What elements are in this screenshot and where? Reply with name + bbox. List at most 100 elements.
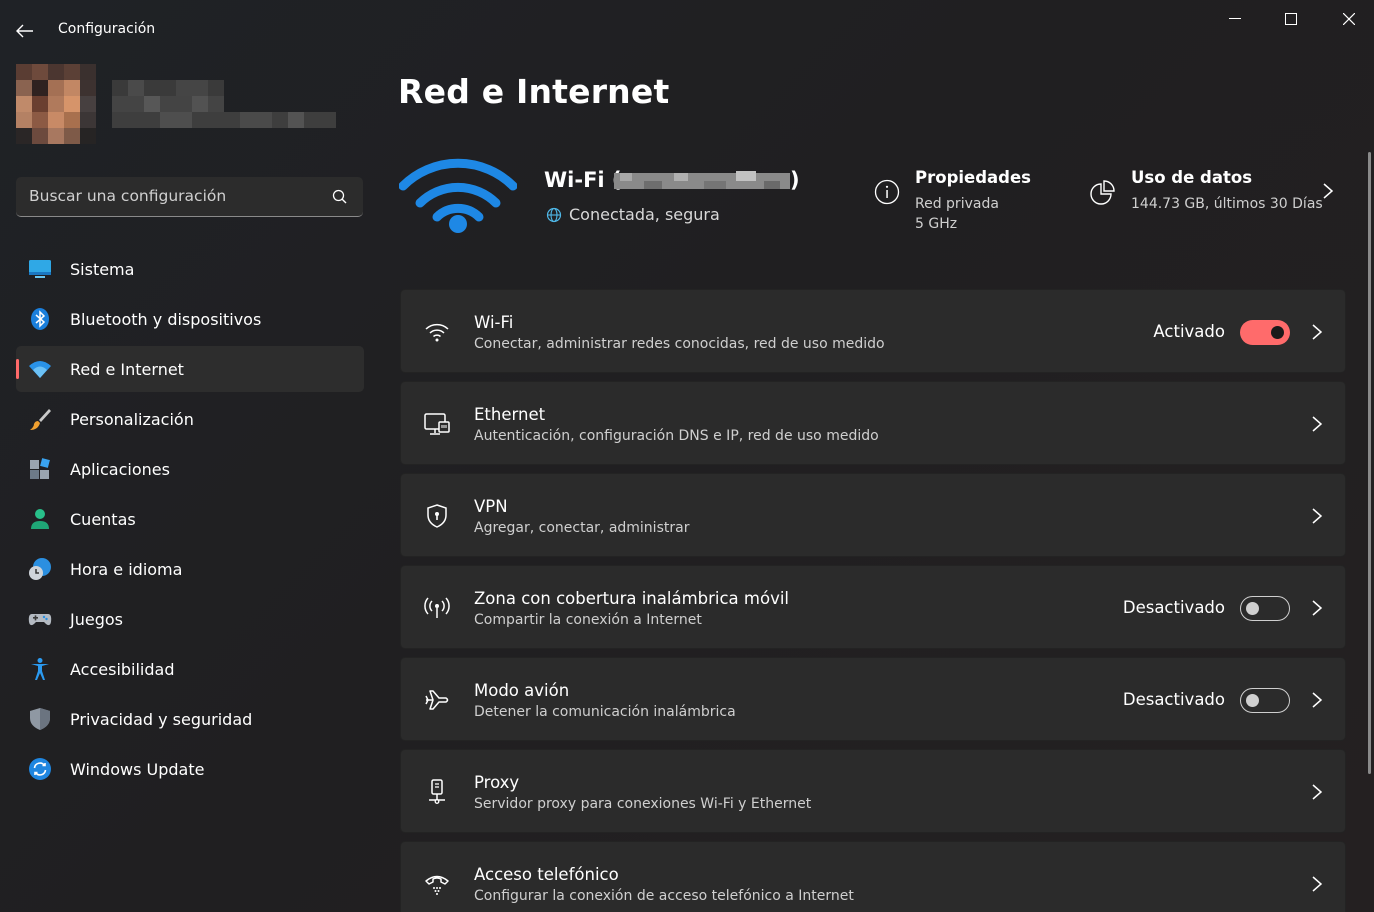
card-title: Wi-Fi: [474, 313, 514, 332]
page-title: Red e Internet: [398, 72, 670, 111]
update-icon: [29, 758, 51, 780]
sidebar-item-privacidad[interactable]: Privacidad y seguridad: [16, 696, 364, 742]
sidebar-item-label: Red e Internet: [70, 359, 184, 379]
chevron-right-icon: [1312, 784, 1323, 800]
dialup-icon: [425, 875, 449, 895]
wifi-large-icon: [399, 158, 517, 233]
card-proxy[interactable]: Proxy Servidor proxy para conexiones Wi-…: [400, 749, 1346, 833]
properties-network-type: Red privada: [915, 196, 999, 212]
data-usage-amount: 144.73 GB, últimos 30 Días: [1131, 196, 1323, 212]
clock-globe-icon: [29, 558, 51, 580]
close-button[interactable]: [1326, 4, 1372, 34]
back-button[interactable]: [10, 16, 40, 46]
close-icon: [1343, 13, 1355, 25]
sidebar-item-juegos[interactable]: Juegos: [16, 596, 364, 642]
search-box[interactable]: [16, 177, 363, 217]
accessibility-icon: [31, 658, 49, 680]
settings-cards: Wi-Fi Conectar, administrar redes conoci…: [400, 289, 1346, 912]
sidebar-item-hora-idioma[interactable]: Hora e idioma: [16, 546, 364, 592]
maximize-button[interactable]: [1268, 4, 1314, 34]
sidebar-item-cuentas[interactable]: Cuentas: [16, 496, 364, 542]
sidebar-item-label: Bluetooth y dispositivos: [70, 309, 262, 329]
card-subtitle: Compartir la conexión a Internet: [474, 612, 702, 628]
chevron-right-icon: [1312, 324, 1323, 340]
sidebar-item-label: Hora e idioma: [70, 559, 183, 579]
network-ssid-prefix: Wi-Fi (: [544, 168, 622, 192]
chevron-right-icon: [1312, 600, 1323, 616]
card-subtitle: Servidor proxy para conexiones Wi-Fi y E…: [474, 796, 812, 812]
sidebar-item-accesibilidad[interactable]: Accesibilidad: [16, 646, 364, 692]
card-subtitle: Autenticación, configuración DNS e IP, r…: [474, 428, 879, 444]
sidebar-item-label: Accesibilidad: [70, 659, 175, 679]
toggle-state-label: Desactivado: [1122, 598, 1225, 617]
card-mobile-hotspot[interactable]: Zona con cobertura inalámbrica móvil Com…: [400, 565, 1346, 649]
card-subtitle: Configurar la conexión de acceso telefón…: [474, 888, 854, 904]
card-title: Zona con cobertura inalámbrica móvil: [474, 589, 790, 608]
card-subtitle: Detener la comunicación inalámbrica: [474, 704, 736, 720]
minimize-button[interactable]: [1212, 4, 1258, 34]
avatar[interactable]: [16, 64, 96, 144]
gamepad-icon: [28, 614, 52, 626]
sidebar-item-bluetooth[interactable]: Bluetooth y dispositivos: [16, 296, 364, 342]
minimize-icon: [1229, 18, 1241, 19]
chevron-right-icon: [1312, 876, 1323, 892]
properties-band: 5 GHz: [915, 216, 958, 232]
account-icon: [31, 509, 49, 529]
pie-chart-icon[interactable]: [1089, 179, 1117, 207]
back-arrow-icon: [16, 24, 33, 38]
data-usage-link[interactable]: Uso de datos: [1131, 168, 1252, 187]
card-vpn[interactable]: VPN Agregar, conectar, administrar: [400, 473, 1346, 557]
search-input[interactable]: [16, 177, 316, 215]
card-dial-up[interactable]: Acceso telefónico Configurar la conexión…: [400, 841, 1346, 912]
globe-icon: [546, 207, 562, 222]
sidebar-item-label: Privacidad y seguridad: [70, 709, 253, 729]
shield-icon: [30, 708, 50, 730]
card-airplane-mode[interactable]: Modo avión Detener la comunicación inalá…: [400, 657, 1346, 741]
toggle-state-label: Activado: [1153, 322, 1225, 341]
sidebar-item-label: Windows Update: [70, 759, 205, 779]
apps-icon: [30, 458, 50, 479]
sidebar-item-label: Personalización: [70, 409, 194, 429]
bluetooth-icon: [31, 308, 49, 330]
airplane-icon: [425, 690, 449, 710]
chevron-right-icon[interactable]: [1320, 181, 1336, 201]
vpn-shield-icon: [427, 504, 447, 528]
card-title: Acceso telefónico: [474, 865, 619, 884]
card-title: Proxy: [474, 773, 520, 792]
card-subtitle: Agregar, conectar, administrar: [474, 520, 690, 536]
hotspot-toggle[interactable]: [1240, 596, 1290, 621]
profile-name-redacted: [112, 80, 336, 128]
proxy-icon: [429, 779, 445, 804]
sidebar-item-windows-update[interactable]: Windows Update: [16, 746, 364, 792]
chevron-right-icon: [1312, 692, 1323, 708]
search-icon[interactable]: [331, 188, 349, 206]
hotspot-icon: [424, 597, 450, 618]
sidebar-item-label: Aplicaciones: [70, 459, 170, 479]
toggle-state-label: Desactivado: [1122, 690, 1225, 709]
sidebar-nav: Sistema Bluetooth y dispositivos Red e I…: [16, 246, 364, 796]
chevron-right-icon: [1312, 508, 1323, 524]
chevron-right-icon: [1312, 416, 1323, 432]
app-title: Configuración: [58, 21, 156, 37]
sidebar-item-personalizacion[interactable]: Personalización: [16, 396, 364, 442]
ssid-redacted: [614, 171, 790, 189]
connection-status: Conectada, segura: [546, 205, 720, 224]
sidebar-item-red-internet[interactable]: Red e Internet: [16, 346, 364, 392]
sidebar-item-label: Sistema: [70, 259, 135, 279]
settings-window: Configuración Buscar una configuración S…: [0, 0, 1374, 912]
network-icon: [29, 361, 51, 378]
properties-link[interactable]: Propiedades: [915, 168, 1031, 187]
sidebar-item-label: Cuentas: [70, 509, 136, 529]
wifi-icon: [425, 323, 449, 342]
wifi-toggle[interactable]: [1240, 320, 1290, 345]
card-ethernet[interactable]: Ethernet Autenticación, configuración DN…: [400, 381, 1346, 465]
scrollbar[interactable]: [1368, 152, 1371, 774]
airplane-toggle[interactable]: [1240, 688, 1290, 713]
sidebar-item-aplicaciones[interactable]: Aplicaciones: [16, 446, 364, 492]
card-title: VPN: [474, 497, 508, 516]
info-icon[interactable]: [874, 179, 900, 205]
card-title: Ethernet: [474, 405, 546, 424]
card-wifi[interactable]: Wi-Fi Conectar, administrar redes conoci…: [400, 289, 1346, 373]
sidebar-item-sistema[interactable]: Sistema: [16, 246, 364, 292]
title-bar: Configuración: [0, 0, 1374, 60]
